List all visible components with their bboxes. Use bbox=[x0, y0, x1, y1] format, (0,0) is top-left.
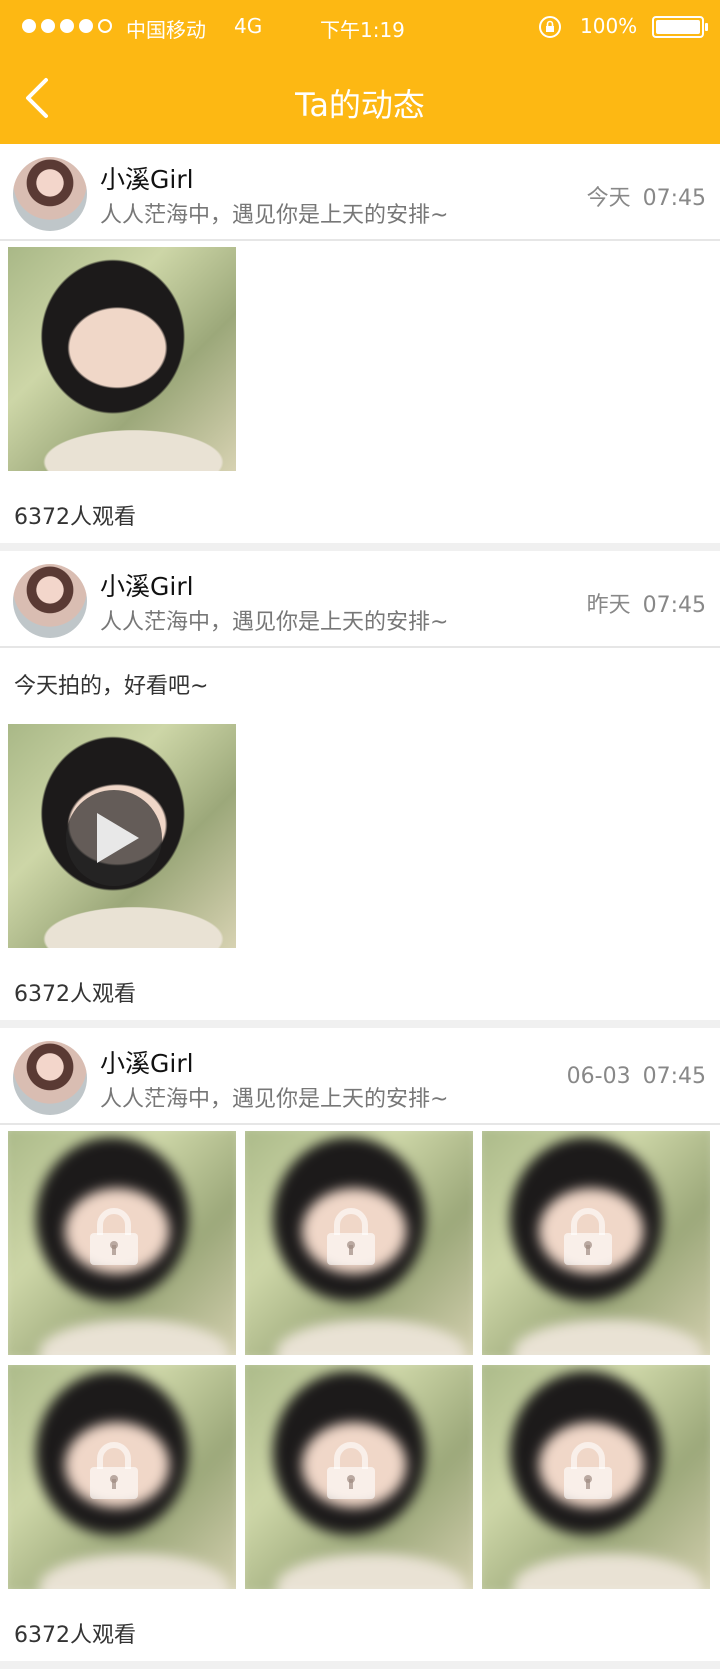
locked-photo[interactable] bbox=[482, 1365, 710, 1589]
moments-feed: 小溪Girl 人人茫海中，遇见你是上天的安排~ 今天 07:45 6372人观看 … bbox=[0, 144, 720, 1669]
username: 小溪Girl bbox=[100, 1049, 194, 1078]
post-card[interactable]: 小溪Girl 人人茫海中，遇见你是上天的安排~ 昨天 07:45 今天拍的，好看吧… bbox=[0, 551, 720, 1020]
signal-strength-icon bbox=[22, 19, 112, 33]
username: 小溪Girl bbox=[100, 572, 194, 601]
status-bar: 中国移动 4G 下午1:19 100% bbox=[0, 0, 720, 52]
network-type: 4G bbox=[234, 14, 263, 38]
post-media bbox=[0, 718, 720, 948]
post-photo[interactable] bbox=[8, 247, 236, 471]
video-thumbnail[interactable] bbox=[8, 724, 236, 948]
play-icon bbox=[97, 813, 139, 863]
play-button[interactable] bbox=[66, 790, 162, 886]
post-time: 07:45 bbox=[642, 186, 706, 211]
post-header: 小溪Girl 人人茫海中，遇见你是上天的安排~ 今天 07:45 bbox=[0, 144, 720, 241]
post-day: 06-03 bbox=[566, 1064, 631, 1089]
user-signature: 人人茫海中，遇见你是上天的安排~ bbox=[100, 610, 449, 635]
lock-icon bbox=[90, 1442, 138, 1499]
battery-percent: 100% bbox=[580, 14, 638, 38]
lock-icon bbox=[327, 1208, 375, 1265]
lock-icon bbox=[564, 1442, 612, 1499]
locked-photo[interactable] bbox=[245, 1365, 473, 1589]
lock-icon bbox=[90, 1208, 138, 1265]
clock: 下午1:19 bbox=[320, 18, 405, 42]
post-day: 今天 bbox=[586, 186, 631, 211]
post-header: 小溪Girl 人人茫海中，遇见你是上天的安排~ 06-03 07:45 bbox=[0, 1028, 720, 1125]
locked-photo[interactable] bbox=[245, 1131, 473, 1355]
avatar[interactable] bbox=[13, 157, 87, 231]
page-title: Ta的动态 bbox=[295, 86, 425, 124]
post-timestamp: 昨天 07:45 bbox=[587, 587, 706, 619]
post-card[interactable]: 小溪Girl 人人茫海中，遇见你是上天的安排~ 06-03 07:45 6372… bbox=[0, 1028, 720, 1661]
post-header: 小溪Girl 人人茫海中，遇见你是上天的安排~ 昨天 07:45 bbox=[0, 551, 720, 648]
lock-icon bbox=[327, 1442, 375, 1499]
post-time: 07:45 bbox=[642, 1064, 706, 1089]
view-count: 6372人观看 bbox=[14, 982, 136, 1007]
post-timestamp: 今天 07:45 bbox=[587, 180, 706, 212]
nav-bar: Ta的动态 bbox=[0, 52, 720, 144]
view-count: 6372人观看 bbox=[14, 1623, 136, 1648]
post-time: 07:45 bbox=[642, 593, 706, 618]
post-card[interactable]: 小溪Girl 人人茫海中，遇见你是上天的安排~ 今天 07:45 6372人观看 bbox=[0, 144, 720, 543]
view-count: 6372人观看 bbox=[14, 505, 136, 530]
post-timestamp: 06-03 07:45 bbox=[567, 1064, 706, 1089]
avatar[interactable] bbox=[13, 1041, 87, 1115]
battery-icon bbox=[652, 16, 708, 38]
user-signature: 人人茫海中，遇见你是上天的安排~ bbox=[100, 203, 449, 228]
locked-photo[interactable] bbox=[8, 1131, 236, 1355]
post-caption: 今天拍的，好看吧~ bbox=[14, 674, 209, 699]
username: 小溪Girl bbox=[100, 165, 194, 194]
post-media bbox=[0, 241, 720, 471]
rotation-lock-icon bbox=[539, 16, 561, 38]
avatar[interactable] bbox=[13, 564, 87, 638]
locked-photo[interactable] bbox=[8, 1365, 236, 1589]
post-day: 昨天 bbox=[586, 593, 631, 618]
locked-photo[interactable] bbox=[482, 1131, 710, 1355]
carrier-name: 中国移动 bbox=[126, 18, 206, 42]
locked-photo-grid bbox=[0, 1125, 720, 1589]
user-signature: 人人茫海中，遇见你是上天的安排~ bbox=[100, 1087, 449, 1112]
lock-icon bbox=[564, 1208, 612, 1265]
